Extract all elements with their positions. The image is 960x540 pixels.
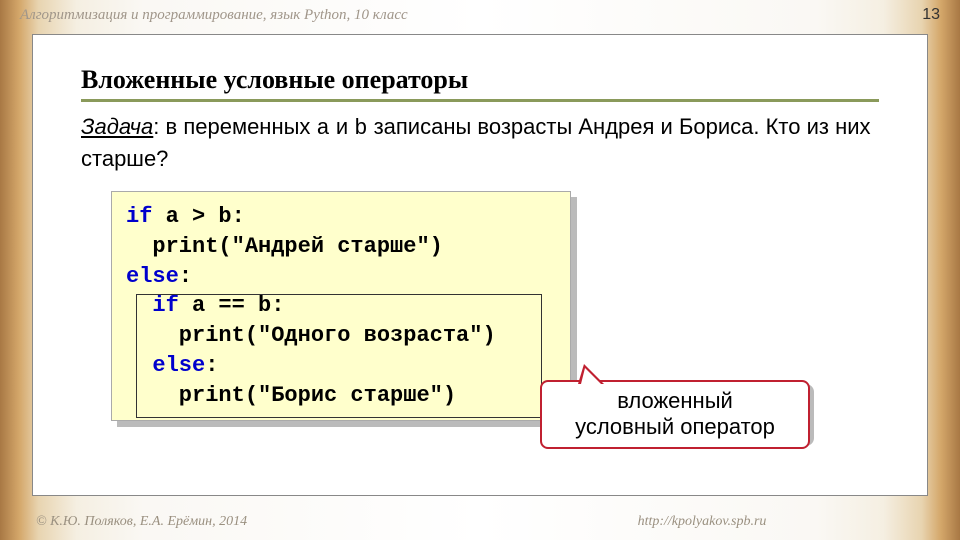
task-var-a: a [317, 116, 330, 141]
kw-if: if [126, 204, 152, 229]
code-l5: print("Одного возраста") [126, 323, 496, 348]
callout-bubble: вложенный условный оператор [540, 380, 810, 449]
code-l1b: a > b: [152, 204, 244, 229]
task-mid: и [330, 114, 355, 139]
header-bar: Алгоритмизация и программирование, язык … [0, 0, 960, 30]
callout-wrap: вложенный условный оператор [540, 380, 810, 449]
code-block: if a > b: print("Андрей старше") else: i… [111, 191, 571, 421]
kw-else2: else [126, 353, 205, 378]
section-title: Вложенные условные операторы [81, 65, 879, 102]
task-text: Задача: в переменных a и b записаны возр… [81, 112, 879, 173]
footer-copyright: © К.Ю. Поляков, Е.А. Ерёмин, 2014 [36, 514, 480, 530]
code-l4b: a == b: [179, 293, 285, 318]
kw-if2: if [126, 293, 179, 318]
footer: © К.Ю. Поляков, Е.А. Ерёмин, 2014 http:/… [0, 514, 960, 530]
code-l7: print("Борис старше") [126, 383, 456, 408]
code-l3b: : [179, 264, 192, 289]
task-label: Задача [81, 114, 153, 139]
callout-line2: условный оператор [575, 414, 775, 439]
kw-else: else [126, 264, 179, 289]
code-block-wrap: if a > b: print("Андрей старше") else: i… [111, 191, 571, 421]
task-part1: : в переменных [153, 114, 316, 139]
callout-tail-fill [581, 368, 601, 384]
code-l2: print("Андрей старше") [126, 234, 443, 259]
callout-line1: вложенный [617, 388, 733, 413]
header-title: Алгоритмизация и программирование, язык … [20, 7, 922, 24]
footer-url: http://kpolyakov.spb.ru [480, 514, 924, 530]
page-number: 13 [922, 6, 940, 24]
code-l6b: : [205, 353, 218, 378]
task-var-b: b [354, 116, 367, 141]
